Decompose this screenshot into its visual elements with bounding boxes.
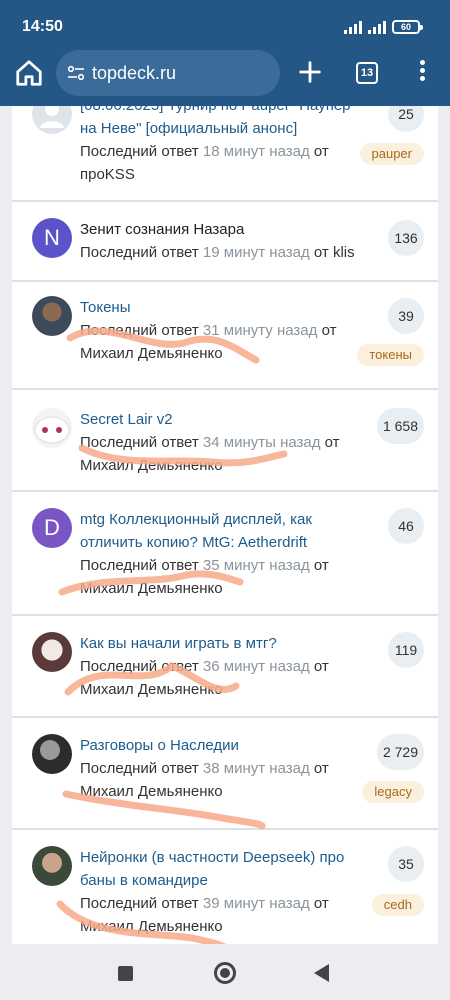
status-time: 14:50 [22, 18, 63, 35]
thread-tag[interactable]: pauper [359, 143, 424, 165]
reply-count: 39 [388, 298, 424, 334]
meta-prefix: Последний ответ [80, 244, 199, 261]
thread-meta: Последний ответ 38 минут назад от Михаил… [80, 757, 370, 803]
meta-from: от [313, 143, 329, 160]
meta-from: от [324, 434, 340, 451]
thread-title[interactable]: Secret Lair v2 [80, 408, 366, 431]
thread-row[interactable]: Как вы начали играть в мтг? Последний от… [12, 616, 438, 718]
status-bar: 14:50 60 [0, 0, 450, 46]
reply-count: 2 729 [376, 734, 424, 770]
avatar [32, 408, 72, 448]
browser-toolbar: 14:50 60 topdeck.ru 13 [0, 0, 450, 106]
avatar [32, 296, 72, 336]
meta-from: от [313, 658, 329, 675]
thread-title[interactable]: Токены [80, 296, 366, 319]
meta-from: от [313, 557, 329, 574]
address-bar[interactable]: topdeck.ru [56, 50, 280, 96]
meta-prefix: Последний ответ [80, 895, 199, 912]
reply-count: 1 658 [376, 408, 424, 444]
battery-icon: 60 [392, 20, 423, 34]
meta-prefix: Последний ответ [80, 434, 199, 451]
thread-meta: Последний ответ 39 минут назад от Михаил… [80, 892, 370, 938]
home-circle-icon[interactable] [214, 962, 236, 984]
meta-from: от [313, 895, 329, 912]
thread-row[interactable]: Разговоры о Наследии Последний ответ 38 … [12, 718, 438, 830]
thread-meta: Последний ответ 34 минуты назад от Михаи… [80, 431, 370, 477]
tab-switcher-button[interactable]: 13 [356, 62, 378, 84]
reply-count: 136 [388, 220, 424, 256]
url-text: topdeck.ru [92, 63, 177, 83]
thread-row[interactable]: Токены Последний ответ 31 минуту назад о… [12, 282, 438, 390]
meta-ago[interactable]: 35 минут назад [203, 557, 310, 574]
thread-title[interactable]: [08.06.2025] Турнир по Pauper "Паупер на… [80, 106, 366, 140]
thread-tag[interactable]: legacy [362, 781, 424, 803]
reply-count: 46 [388, 508, 424, 544]
thread-row[interactable]: N Зенит сознания Назара Последний ответ … [12, 202, 438, 282]
thread-row[interactable]: Secret Lair v2 Последний ответ 34 минуты… [12, 390, 438, 492]
meta-author[interactable]: Михаил Демьяненко [80, 345, 223, 362]
reply-count: 35 [388, 846, 424, 882]
reply-count: 25 [388, 106, 424, 132]
avatar [32, 632, 72, 672]
meta-author[interactable]: Михаил Демьяненко [80, 918, 223, 935]
meta-from: от [321, 322, 337, 339]
thread-meta: Последний ответ 18 минут назад от проKSS [80, 140, 370, 186]
thread-meta: Последний ответ 36 минут назад от Михаил… [80, 655, 370, 701]
meta-author[interactable]: klis [333, 244, 355, 261]
thread-tag[interactable]: токены [357, 344, 424, 366]
meta-author[interactable]: Михаил Демьяненко [80, 783, 223, 800]
thread-meta: Последний ответ 35 минут назад от Михаил… [80, 554, 370, 600]
thread-title[interactable]: Разговоры о Наследии [80, 734, 366, 757]
thread-title[interactable]: Как вы начали играть в мтг? [80, 632, 366, 655]
meta-ago[interactable]: 38 минут назад [203, 760, 310, 777]
default-user-icon [32, 106, 72, 134]
meta-ago[interactable]: 18 минут назад [203, 143, 310, 160]
reply-count: 119 [388, 632, 424, 668]
avatar [32, 846, 72, 886]
signal-2-icon [368, 21, 386, 34]
meta-ago[interactable]: 36 минут назад [203, 658, 310, 675]
meta-ago[interactable]: 34 минуты назад [203, 434, 321, 451]
home-icon[interactable] [14, 58, 44, 88]
thread-tag[interactable]: cedh [371, 894, 424, 916]
meta-author[interactable]: проKSS [80, 166, 135, 183]
meta-prefix: Последний ответ [80, 658, 199, 675]
signal-icon [344, 21, 362, 34]
meta-from: от [313, 760, 329, 777]
thread-row[interactable]: Нейронки (в частности Deepseek) про баны… [12, 830, 438, 944]
thread-title[interactable]: mtg Коллекционный дисплей, как отличить … [80, 508, 366, 554]
site-settings-icon[interactable] [66, 63, 86, 83]
back-icon[interactable] [314, 964, 329, 982]
meta-author[interactable]: Михаил Демьяненко [80, 457, 223, 474]
meta-ago[interactable]: 19 минут назад [203, 244, 310, 261]
thread-meta: Последний ответ 19 минут назад от klis [80, 241, 370, 264]
meta-ago[interactable]: 39 минут назад [203, 895, 310, 912]
meta-prefix: Последний ответ [80, 557, 199, 574]
overflow-menu-icon[interactable] [414, 60, 430, 86]
meta-from: от [313, 244, 329, 261]
new-tab-icon[interactable] [296, 58, 324, 86]
meta-prefix: Последний ответ [80, 143, 199, 160]
status-icons: 60 [344, 20, 423, 34]
meta-author[interactable]: Михаил Демьяненко [80, 580, 223, 597]
meta-author[interactable]: Михаил Демьяненко [80, 681, 223, 698]
thread-title[interactable]: Зенит сознания Назара [80, 218, 366, 241]
thread-title[interactable]: Нейронки (в частности Deepseek) про баны… [80, 846, 366, 892]
recents-icon[interactable] [118, 966, 133, 981]
thread-list: [08.06.2025] Турнир по Pauper "Паупер на… [12, 106, 438, 944]
thread-row[interactable]: [08.06.2025] Турнир по Pauper "Паупер на… [12, 106, 438, 202]
avatar: D [32, 508, 72, 548]
thread-meta: Последний ответ 31 минуту назад от Михаи… [80, 319, 370, 365]
meta-prefix: Последний ответ [80, 760, 199, 777]
avatar: N [32, 218, 72, 258]
meta-prefix: Последний ответ [80, 322, 199, 339]
meta-ago[interactable]: 31 минуту назад [203, 322, 317, 339]
avatar [32, 734, 72, 774]
thread-row[interactable]: D mtg Коллекционный дисплей, как отличит… [12, 492, 438, 616]
